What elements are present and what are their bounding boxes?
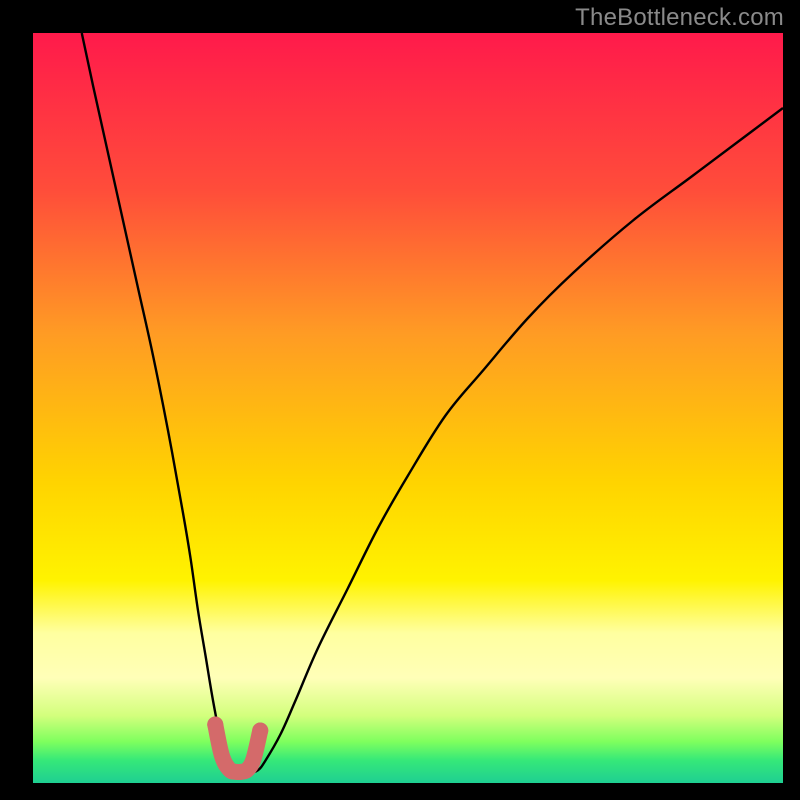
chart-frame: TheBottleneck.com <box>0 0 800 800</box>
watermark-text: TheBottleneck.com <box>575 4 784 32</box>
plot-area <box>33 33 783 783</box>
highlight-endpoint <box>252 723 268 739</box>
gradient-background <box>33 33 783 783</box>
highlight-endpoint <box>207 717 223 733</box>
chart-svg <box>33 33 783 783</box>
